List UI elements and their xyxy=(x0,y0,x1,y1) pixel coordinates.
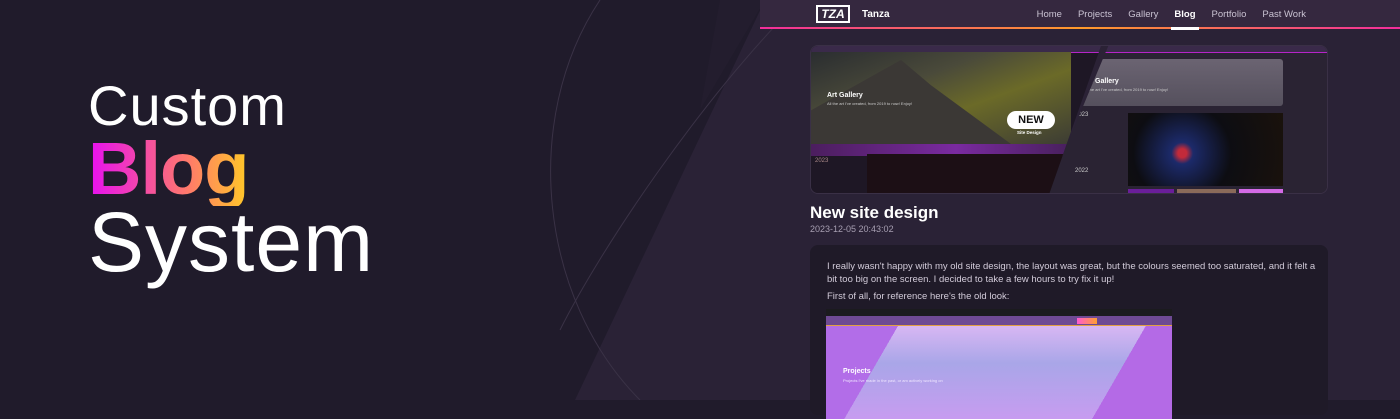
post-title[interactable]: New site design xyxy=(810,203,938,223)
shot-heading: Projects xyxy=(843,368,871,375)
shot-sub: Projects I've made in the past, or am ac… xyxy=(843,378,943,383)
nav-links: Home Projects Gallery Blog Portfolio Pas… xyxy=(1037,9,1306,30)
nav-home[interactable]: Home xyxy=(1037,9,1062,20)
site-navbar: TZA Tanza Home Projects Gallery Blog Por… xyxy=(760,0,1400,30)
old-gallery-sub: All the art I've created, from 2019 to n… xyxy=(827,101,913,106)
featured-image[interactable]: Art Gallery All the art I've created, fr… xyxy=(810,45,1328,194)
year-label: 2022 xyxy=(1075,168,1089,174)
nav-blog[interactable]: Blog xyxy=(1171,9,1199,30)
nav-gallery[interactable]: Gallery xyxy=(1128,9,1158,20)
old-gallery-heading: Art Gallery xyxy=(827,92,863,99)
site-logo[interactable]: TZA xyxy=(816,5,850,23)
old-look-screenshot[interactable]: Projects Projects I've made in the past,… xyxy=(826,309,1172,419)
nav-past-work[interactable]: Past Work xyxy=(1262,9,1306,20)
badge-subtitle: Site Design xyxy=(1017,130,1042,135)
new-gallery-sub: All the art I've created, from 2019 to n… xyxy=(1083,87,1169,92)
hero-line-system: System xyxy=(88,195,375,289)
post-body: I really wasn't happy with my old site d… xyxy=(810,245,1328,419)
hero-heading: Custom Blog System xyxy=(88,74,375,289)
nav-projects[interactable]: Projects xyxy=(1078,9,1112,20)
year-label: 2023 xyxy=(815,158,829,164)
nav-portfolio[interactable]: Portfolio xyxy=(1212,9,1247,20)
post-paragraph: I really wasn't happy with my old site d… xyxy=(827,261,1316,285)
site-brand[interactable]: Tanza xyxy=(862,9,890,20)
new-badge: NEW xyxy=(1007,111,1055,129)
hero-line-custom: Custom xyxy=(88,74,287,137)
post-date: 2023-12-05 20:43:02 xyxy=(810,224,894,234)
post-paragraph: First of all, for reference here's the o… xyxy=(827,291,1010,302)
